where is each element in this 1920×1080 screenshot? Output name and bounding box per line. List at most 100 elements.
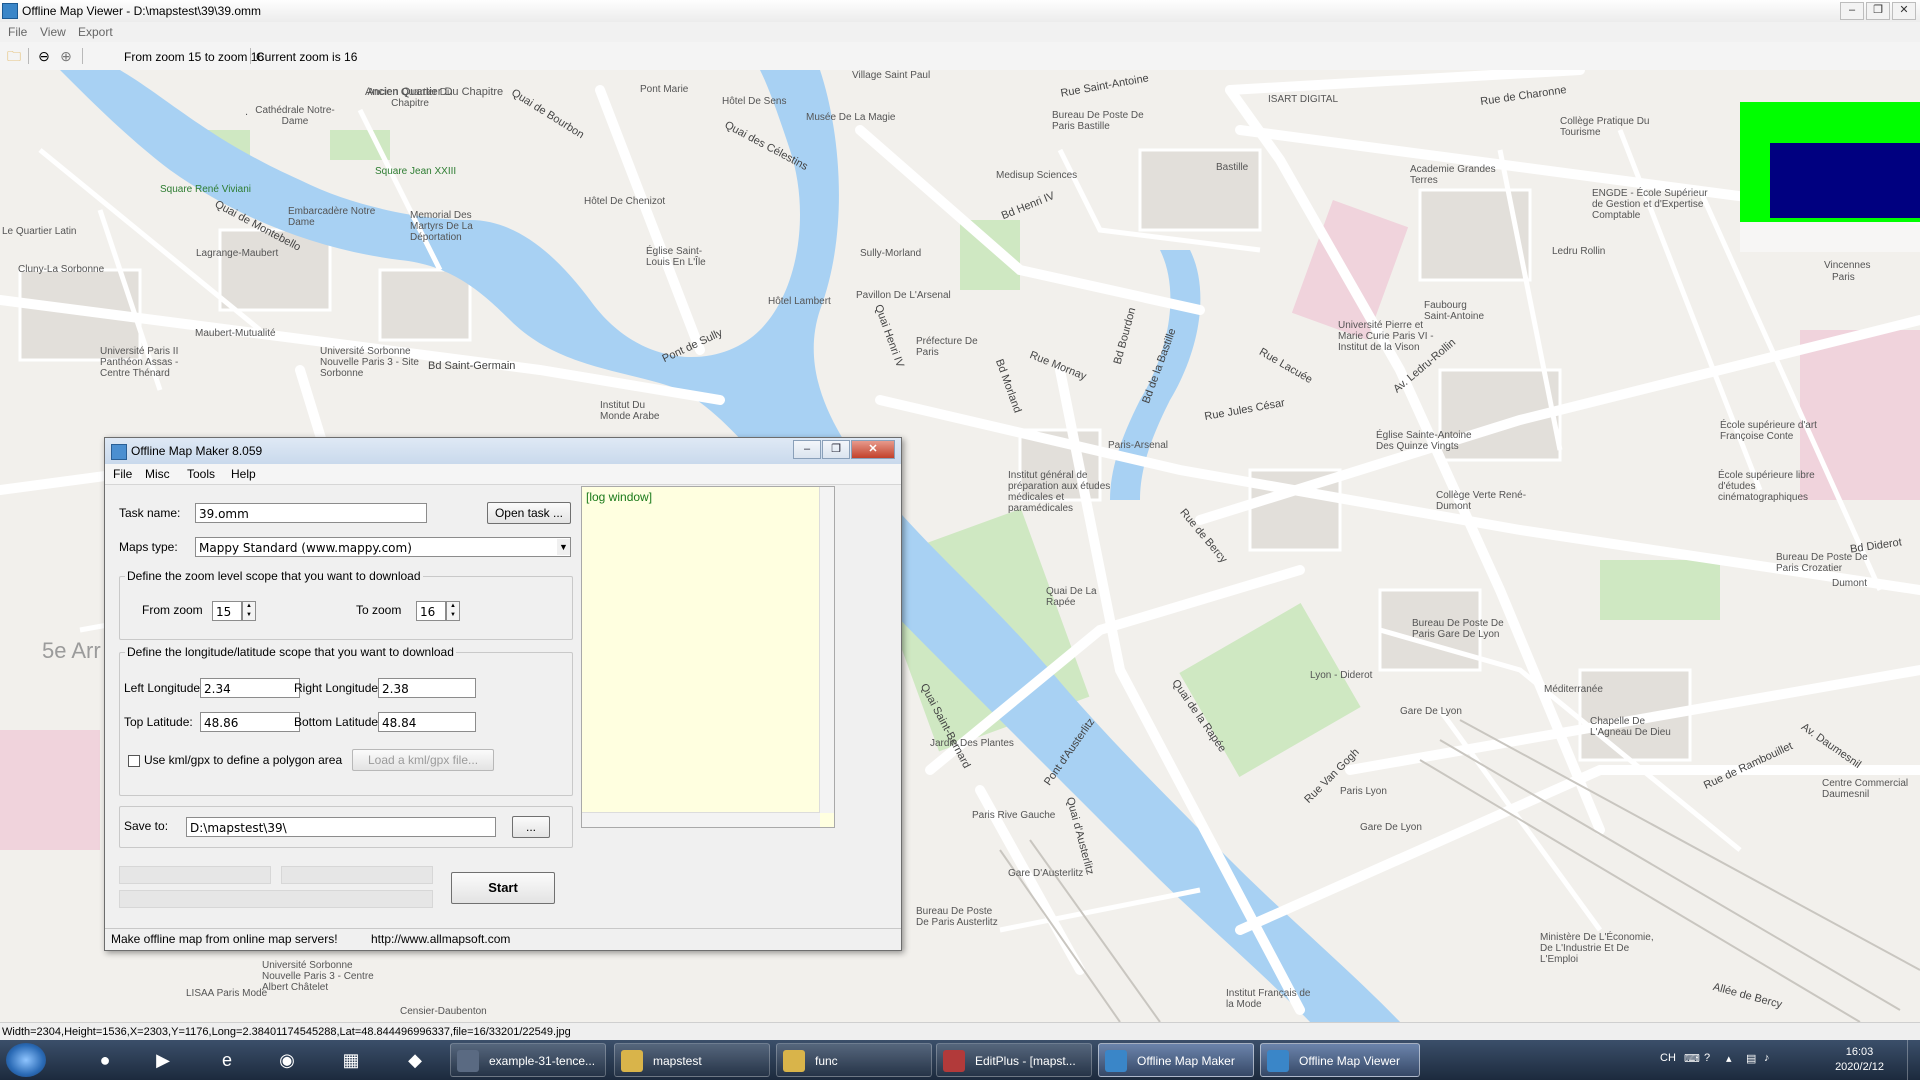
window-title: Offline Map Viewer - D:\mapstest\39\39.o… [22, 4, 261, 18]
maximize-button[interactable]: ❐ [1866, 2, 1890, 20]
status-text: Width=2304,Height=1536,X=2303,Y=1176,Lon… [2, 1026, 571, 1038]
to-zoom-input[interactable]: 16 [416, 601, 446, 621]
to-zoom-spinner[interactable]: ▲ ▼ [446, 601, 460, 621]
maps-type-select[interactable]: Mappy Standard (www.mappy.com) [195, 537, 571, 557]
media-player-icon[interactable]: ▶ [144, 1045, 182, 1075]
open-folder-icon[interactable]: 🗀 [6, 48, 22, 64]
dialog-minimize-button[interactable]: – [793, 440, 821, 459]
editplus-icon [943, 1050, 965, 1072]
toolbar-separator [82, 48, 83, 64]
calculator-icon[interactable]: ▦ [332, 1045, 370, 1075]
map-label: LISAA Paris Mode [186, 988, 268, 999]
map-viewer-app-icon [2, 3, 18, 19]
left-longitude-field[interactable]: 2.34 [200, 678, 300, 698]
chrome-icon[interactable]: ● [86, 1045, 124, 1075]
dialog-menu-tools[interactable]: Tools [187, 467, 215, 481]
firefox-icon[interactable]: ◉ [268, 1045, 306, 1075]
lonlat-scope-group: Define the longitude/latitude scope that… [119, 645, 573, 796]
keyboard-icon[interactable]: ⌨ [1684, 1052, 1700, 1065]
map-label: Medisup Sciences [996, 170, 1078, 181]
chevron-down-icon[interactable]: ▼ [557, 539, 570, 555]
taskbar-item[interactable]: EditPlus - [mapst... [936, 1043, 1092, 1077]
map-label: Institut Français de la Mode [1226, 988, 1311, 1010]
log-vertical-scrollbar[interactable] [819, 487, 834, 813]
map-label: Square René Viviani [160, 184, 251, 195]
help-icon[interactable]: ? [1704, 1052, 1710, 1064]
website-link[interactable]: http://www.allmapsoft.com [371, 932, 510, 946]
log-window[interactable]: [log window] [581, 486, 835, 828]
menu-view[interactable]: View [40, 25, 66, 39]
map-label: Memorial Des Martyrs De La Déportation [410, 210, 473, 243]
right-longitude-field[interactable]: 2.38 [378, 678, 476, 698]
tray-chevron-icon[interactable]: ▴ [1726, 1052, 1732, 1065]
open-task-button[interactable]: Open task ... [487, 502, 571, 524]
menu-export[interactable]: Export [78, 25, 113, 39]
menu-file[interactable]: File [8, 25, 27, 39]
map-label: Préfecture De Paris [916, 336, 978, 358]
maps-type-label: Maps type: [119, 540, 178, 554]
map-label: Pont Marie [640, 84, 689, 95]
map-label: Bastille [1216, 162, 1249, 173]
use-kml-label: Use kml/gpx to define a polygon area [144, 753, 343, 767]
bottom-latitude-field[interactable]: 48.84 [378, 712, 476, 732]
top-latitude-field[interactable]: 48.86 [200, 712, 300, 732]
show-desktop-button[interactable] [1907, 1040, 1920, 1080]
zoom-in-icon[interactable]: ⊕ [58, 48, 74, 64]
task-name-field[interactable]: 39.omm [195, 503, 427, 523]
dialog-title: Offline Map Maker 8.059 [131, 444, 263, 458]
taskbar-item[interactable]: example-31-tence... [450, 1043, 606, 1077]
save-to-field[interactable]: D:\mapstest\39\ [186, 817, 496, 837]
dialog-close-button[interactable]: ✕ [851, 440, 895, 459]
map-label: Université Sorbonne Nouvelle Paris 3 - C… [262, 960, 374, 993]
dialog-menu-misc[interactable]: Misc [145, 467, 170, 481]
zoom-out-icon[interactable]: ⊖ [36, 48, 52, 64]
from-zoom-input[interactable]: 15 [212, 601, 242, 621]
taskbar-item[interactable]: func [776, 1043, 932, 1077]
dialog-maximize-button[interactable]: ❐ [822, 440, 850, 459]
clock[interactable]: 16:03 2020/2/12 [1835, 1045, 1884, 1075]
map-label: Maubert-Mutualité [195, 328, 276, 339]
close-button[interactable]: ✕ [1892, 2, 1916, 20]
volume-icon[interactable]: ♪ [1764, 1052, 1770, 1064]
map-label: École supérieure d'art Françoise Conte [1720, 420, 1817, 442]
minimize-button[interactable]: – [1840, 2, 1864, 20]
map-label: Gare D'Austerlitz [1008, 868, 1084, 879]
navy-overlay-block [1770, 143, 1920, 218]
taskbar-item-label: Offline Map Maker [1137, 1054, 1235, 1068]
from-zoom-spinner[interactable]: ▲ ▼ [242, 601, 256, 621]
taskbar-item-label: EditPlus - [mapst... [975, 1054, 1076, 1068]
map-label: Bureau De Poste De Paris Gare De Lyon [1412, 618, 1504, 640]
browse-button[interactable]: ... [512, 816, 550, 838]
map-label: Lyon - Diderot [1310, 670, 1373, 681]
start-menu-button[interactable] [6, 1043, 46, 1077]
internet-explorer-icon[interactable]: e [208, 1045, 246, 1075]
load-kml-button[interactable]: Load a kml/gpx file... [352, 749, 494, 771]
map-label: Embarcadère Notre Dame [288, 206, 376, 228]
log-horizontal-scrollbar[interactable] [582, 812, 820, 827]
main-title-bar: Offline Map Viewer - D:\mapstest\39\39.o… [0, 0, 1920, 23]
map-label: Collège Pratique Du Tourisme [1560, 116, 1650, 138]
nox-icon[interactable]: ◆ [396, 1045, 434, 1075]
map-label: Collège Verte René-Dumont [1436, 490, 1527, 512]
map-label: Paris-Arsenal [1108, 440, 1169, 451]
map-label: 5e Arr [42, 638, 101, 663]
dialog-title-bar[interactable]: Offline Map Maker 8.059 – ❐ ✕ [105, 438, 901, 465]
bottom-latitude-label: Bottom Latitude: [294, 715, 382, 729]
taskbar-item[interactable]: mapstest [614, 1043, 770, 1077]
save-to-label: Save to: [124, 819, 169, 833]
language-indicator[interactable]: CH [1660, 1052, 1676, 1064]
map-label: Le Quartier Latin [2, 226, 77, 237]
task-name-label: Task name: [119, 506, 181, 520]
dialog-menu-file[interactable]: File [113, 467, 132, 481]
use-kml-checkbox[interactable] [128, 755, 140, 767]
map-label: Bureau De Poste De Paris Bastille [1052, 110, 1144, 132]
toolbar-separator [250, 48, 251, 64]
dialog-menu-help[interactable]: Help [231, 467, 256, 481]
taskbar-item[interactable]: Offline Map Maker [1098, 1043, 1254, 1077]
start-button[interactable]: Start [451, 872, 555, 904]
dialog-status-bar: Make offline map from online map servers… [105, 928, 901, 949]
map-label: Musée De La Magie [806, 112, 896, 123]
map-viewer-icon [1267, 1050, 1289, 1072]
taskbar-item[interactable]: Offline Map Viewer [1260, 1043, 1420, 1077]
network-icon[interactable]: ▤ [1746, 1052, 1756, 1065]
